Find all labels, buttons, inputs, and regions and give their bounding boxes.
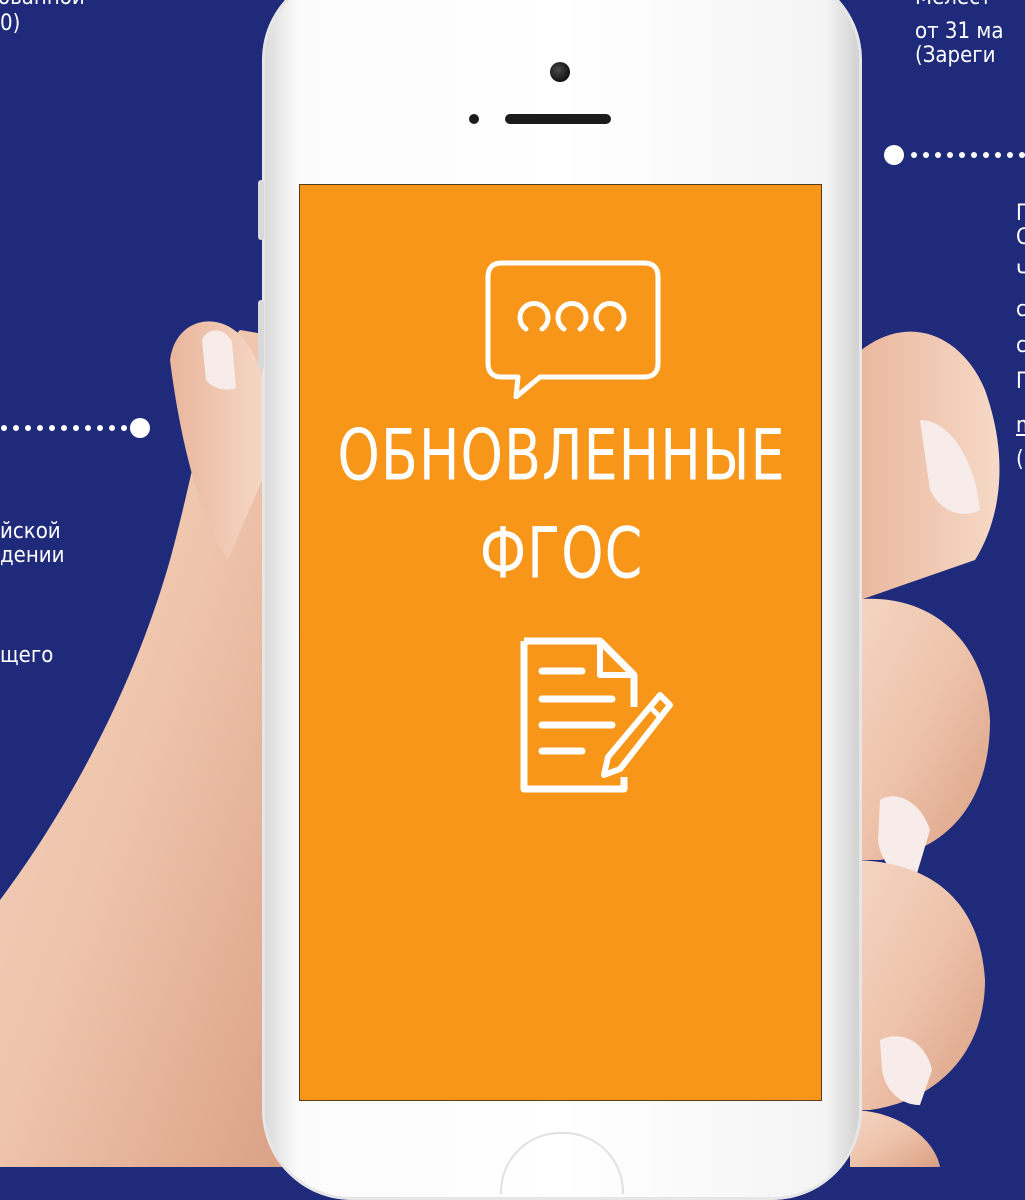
front-camera [550, 62, 570, 82]
screen-title-line2: ФГОС [479, 512, 644, 596]
proximity-sensor [469, 114, 479, 124]
screen-title-line1: ОБНОВЛЕННЫЕ [337, 414, 786, 498]
document-edit-icon [520, 637, 673, 793]
earpiece-speaker [505, 114, 611, 124]
phone-screen: ОБНОВЛЕННЫЕ ФГОС [299, 184, 822, 1101]
chat-bubble-icon [485, 260, 661, 399]
volume-button [258, 180, 264, 240]
volume-button [258, 300, 264, 370]
